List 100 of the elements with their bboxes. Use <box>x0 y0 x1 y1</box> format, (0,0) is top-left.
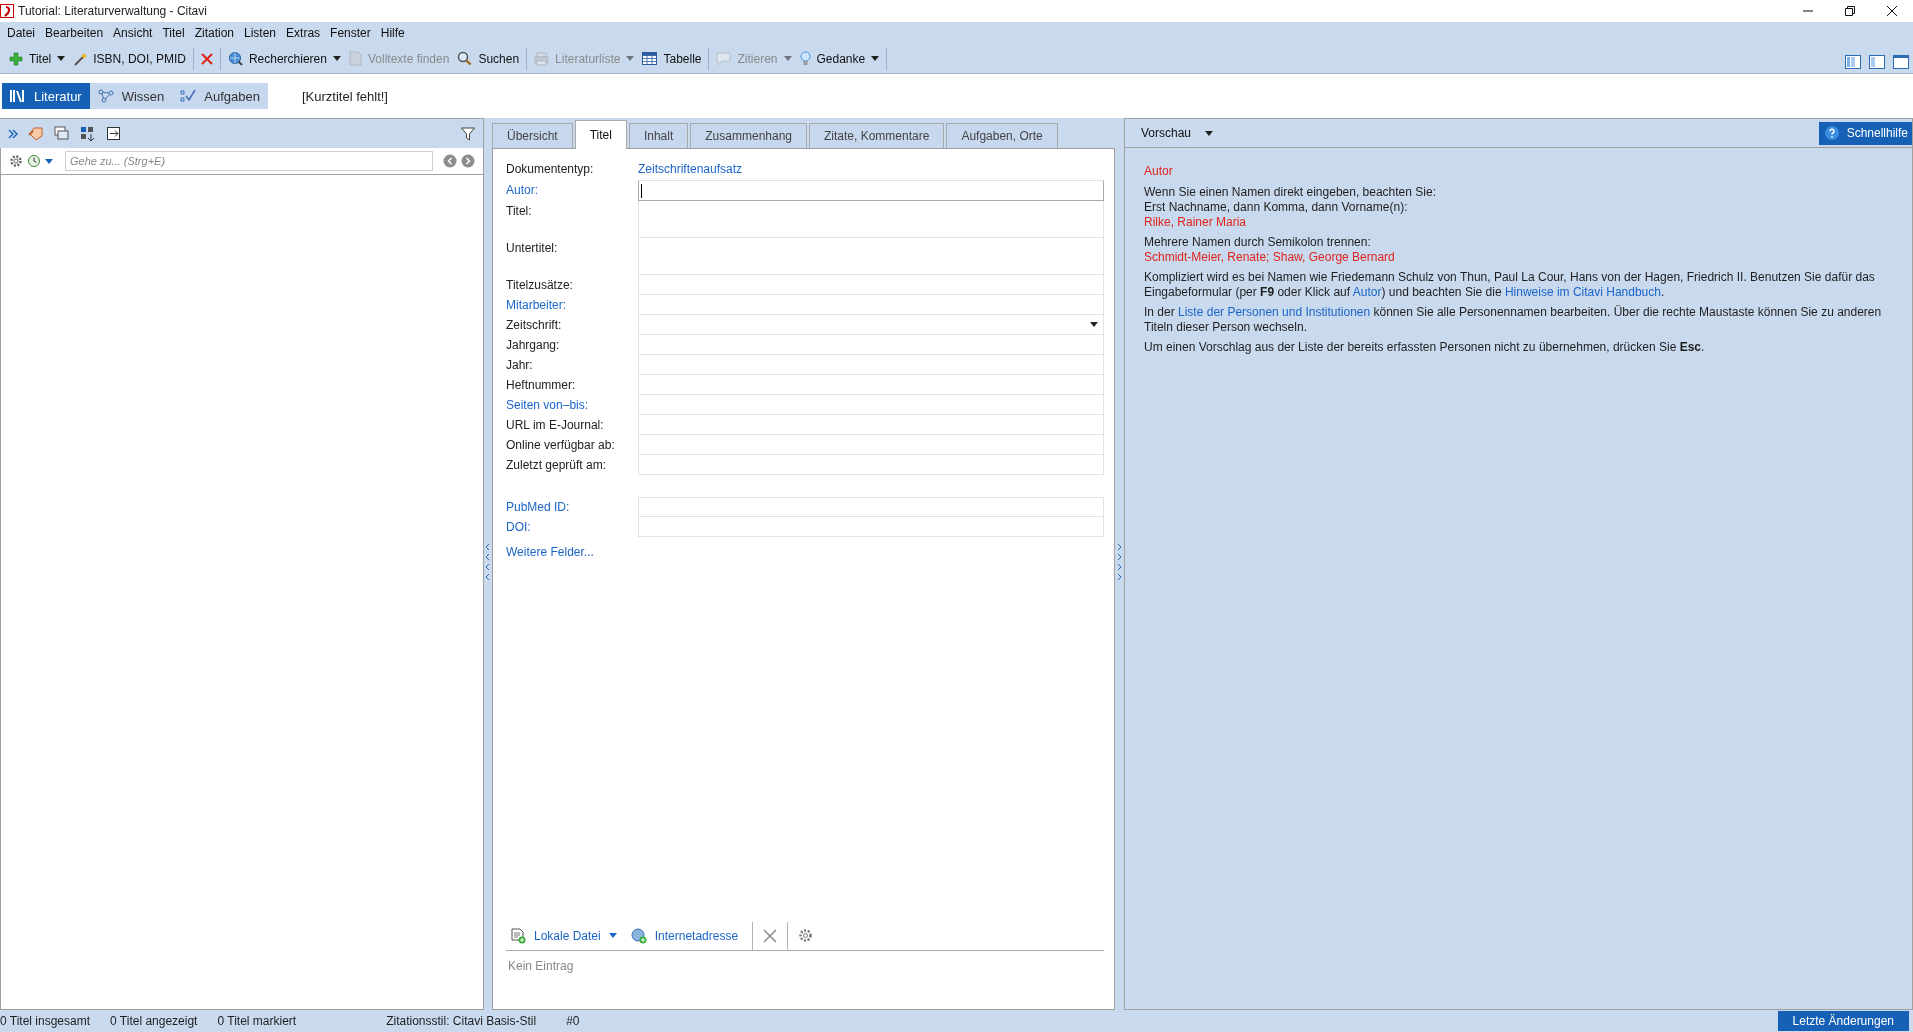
example-text: Schmidt-Meier, Renate; Shaw, George Bernard <box>1144 250 1396 265</box>
help-link[interactable]: Hinweise im Citavi Handbuch <box>1504 285 1661 299</box>
speech-bubble-icon <box>716 51 732 66</box>
forward-icon[interactable] <box>461 154 475 168</box>
field-label: Zeitschrift: <box>506 317 563 332</box>
help-text: Mehrere Namen durch Semikolon trennen: <box>1144 235 1372 250</box>
window-title: Tutorial: Literaturverwaltung - Citavi <box>18 4 207 18</box>
input-field[interactable] <box>638 517 1104 537</box>
tab[interactable]: Zusammenhang <box>690 123 807 148</box>
status-text: 0 Titel insgesamt <box>0 1014 91 1028</box>
three-pane-layout-icon[interactable] <box>1845 55 1861 69</box>
input-field[interactable] <box>638 497 1104 517</box>
field-label: Heftnummer: <box>506 377 577 392</box>
single-pane-layout-icon[interactable] <box>1893 55 1909 69</box>
input-field[interactable] <box>638 395 1104 415</box>
caret-icon <box>332 56 341 61</box>
table-icon <box>642 52 658 65</box>
mode-tab[interactable]: Wissen <box>89 83 173 109</box>
mode-tab[interactable]: Aufgaben <box>172 83 268 109</box>
view-dropdown[interactable]: Vorschau <box>1125 119 1230 147</box>
link-button[interactable]: Internetadresse <box>626 927 743 944</box>
help-text: Um einen Vorschlag aus der Liste der bereits erfassten Personen nicht zu übernehmen, drücken Sie Esc. <box>1144 340 1706 355</box>
menu-item[interactable]: Bearbeiten <box>40 24 109 42</box>
record-number: #0 <box>566 1014 580 1028</box>
input-field[interactable] <box>638 455 1104 475</box>
menu-item[interactable]: Zitation <box>189 24 239 42</box>
help-link[interactable]: Liste der Personen und Institutionen <box>1178 305 1371 319</box>
input-field[interactable] <box>638 275 1104 295</box>
menu-item[interactable]: Datei <box>2 24 40 42</box>
field-label: Dokumententyp: <box>506 161 595 176</box>
field-label: Untertitel: <box>506 240 559 255</box>
help-text: In der Liste der Personen und Institutionen können Sie alle Personennamen bearbeiten. Über die rechte Maustaste können Sie zu anderen Titeln dieser Person wechseln. <box>1144 305 1883 335</box>
filter-icon[interactable] <box>461 126 475 141</box>
more-fields-link[interactable]: Weitere Felder... <box>506 545 1104 559</box>
export-box-icon[interactable] <box>106 125 122 142</box>
dropdown-button[interactable]: Lokale Datei <box>506 927 621 944</box>
plus-icon <box>9 51 23 66</box>
field-label: Online verfügbar ab: <box>506 437 616 452</box>
field-label: Titel: <box>506 203 533 218</box>
menu-item[interactable]: Listen <box>239 24 282 42</box>
file-plus-icon <box>510 927 526 944</box>
tab[interactable]: Aufgaben, Orte <box>946 123 1058 148</box>
magnifier-icon <box>457 51 473 66</box>
field-label-link[interactable]: PubMed ID: <box>506 497 638 514</box>
toolbar-button[interactable]: Tabelle <box>638 47 706 70</box>
input-field[interactable] <box>638 295 1104 315</box>
empty-message: Kein Eintrag <box>507 958 575 975</box>
gear-icon[interactable] <box>9 154 23 168</box>
globe-search-icon <box>227 51 243 66</box>
restore-icon[interactable] <box>1845 6 1855 16</box>
input-field[interactable] <box>638 415 1104 435</box>
dropdown-button[interactable]: Titel <box>5 47 70 70</box>
close-icon[interactable] <box>1887 6 1897 16</box>
help-link[interactable]: Autor <box>1352 285 1382 299</box>
menu-item[interactable]: Fenster <box>325 24 376 42</box>
help-text: Erst Nachname, dann Komma, dann Vorname(n): <box>1144 200 1409 215</box>
search-field[interactable]: Gehe zu... (Strg+E) <box>65 151 433 171</box>
caret-icon <box>45 158 53 164</box>
two-pane-layout-icon[interactable] <box>1869 55 1885 69</box>
tab[interactable]: Zitate, Kommentare <box>809 123 945 148</box>
dropdown-button[interactable]: Recherchieren <box>223 47 345 70</box>
menu-item[interactable]: Ansicht <box>108 24 158 42</box>
history-icon[interactable] <box>27 154 41 168</box>
menu-item[interactable]: Titel <box>157 24 190 42</box>
dropdown-field[interactable] <box>638 315 1104 335</box>
field-label: URL im E-Journal: <box>506 417 605 432</box>
input-field[interactable] <box>638 335 1104 355</box>
input-field[interactable] <box>638 201 1104 238</box>
input-field[interactable] <box>638 180 1104 201</box>
field-label-link[interactable]: Autor: <box>506 180 638 197</box>
input-field[interactable] <box>638 355 1104 375</box>
tab[interactable]: Titel <box>574 120 627 149</box>
input-field[interactable] <box>638 375 1104 395</box>
field-label-link[interactable]: DOI: <box>506 517 638 534</box>
caret-icon <box>871 56 880 61</box>
delete-icon[interactable] <box>763 928 778 943</box>
stacked-cards-icon[interactable] <box>54 125 70 142</box>
dropdown-button[interactable]: Gedanke <box>795 47 884 70</box>
back-icon[interactable] <box>443 154 457 168</box>
tab[interactable]: Inhalt <box>628 123 689 148</box>
printer-icon <box>534 51 550 66</box>
gear-icon[interactable] <box>798 928 814 943</box>
document-type-link[interactable]: Zeitschriftenaufsatz <box>638 159 743 176</box>
input-field[interactable] <box>638 435 1104 455</box>
tag-arrow-icon[interactable] <box>28 125 44 142</box>
field-label-link[interactable]: Seiten von–bis: <box>506 395 638 412</box>
example-text: Rilke, Rainer Maria <box>1144 215 1248 230</box>
field-label-link[interactable]: Mitarbeiter: <box>506 295 638 312</box>
mode-tab[interactable]: Literatur <box>2 83 90 109</box>
help-button[interactable]: Schnellhilfe <box>1818 121 1912 145</box>
input-field[interactable] <box>638 238 1104 275</box>
toolbar-button[interactable]: Suchen <box>453 47 524 70</box>
toolbar-button[interactable]: ISBN, DOI, PMID <box>69 47 190 70</box>
menu-item[interactable]: Hilfe <box>375 24 410 42</box>
grid-sort-icon[interactable] <box>80 125 96 142</box>
menu-item[interactable]: Extras <box>281 24 326 42</box>
double-chevron-icon[interactable] <box>8 128 18 139</box>
field-label: Jahrgang: <box>506 337 561 352</box>
tab[interactable]: Übersicht <box>492 123 573 148</box>
recent-changes-button[interactable]: Letzte Änderungen <box>1777 1011 1909 1031</box>
